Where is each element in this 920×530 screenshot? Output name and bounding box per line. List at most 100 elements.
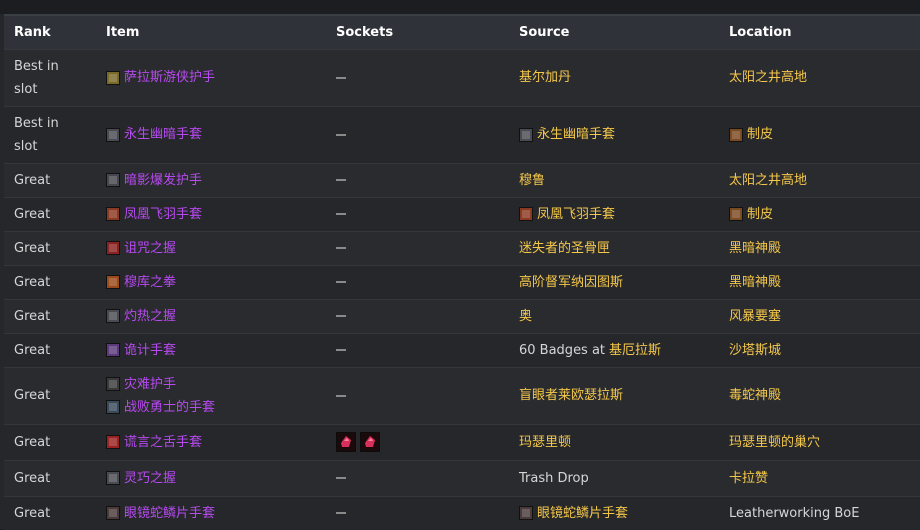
location-name[interactable]: 制皮 [747,203,773,226]
rank-cell: Great [4,265,96,299]
item-link[interactable]: 战败勇士的手套 [106,396,326,419]
location-cell: 毒蛇神殿 [719,367,920,424]
table-row: Great 凤凰飞羽手套 凤凰飞羽手套 制皮 [4,197,920,231]
header-source[interactable]: Source [509,14,719,49]
source-prefix: 60 Badges at [519,342,606,358]
header-rank[interactable]: Rank [4,14,96,49]
source-name[interactable]: 眼镜蛇鳞片手套 [537,502,628,525]
source-name[interactable]: 基尔加丹 [519,66,571,89]
source-name[interactable]: 凤凰飞羽手套 [537,203,615,226]
item-name[interactable]: 战败勇士的手套 [124,396,215,419]
item-link[interactable]: 灼热之握 [106,305,326,328]
item-link[interactable]: 凤凰飞羽手套 [106,203,326,226]
location-line: 沙塔斯城 [729,339,920,362]
rank-cell: Great [4,424,96,460]
source-cell: 高阶督军纳因图斯 [509,265,719,299]
rank-cell: Great [4,496,96,530]
item-link[interactable]: 眼镜蛇鳞片手套 [106,502,326,525]
item-link[interactable]: 诅咒之握 [106,237,326,260]
rank-label: Great [14,206,51,222]
item-name[interactable]: 凤凰飞羽手套 [124,203,202,226]
source-name[interactable]: 奥 [519,305,532,328]
sockets-cell [326,106,509,163]
item-link[interactable]: 永生幽暗手套 [106,123,326,146]
item-name[interactable]: 眼镜蛇鳞片手套 [124,502,215,525]
rank-label: Great [14,240,51,256]
item-name[interactable]: 谎言之舌手套 [124,431,202,454]
item-name[interactable]: 暗影爆发护手 [124,169,202,192]
item-link[interactable]: 灾难护手 [106,373,326,396]
source-cell: 60 Badges at 基厄拉斯 [509,333,719,367]
location-name[interactable]: 太阳之井高地 [729,169,807,192]
item-link[interactable]: 谎言之舌手套 [106,431,326,454]
item-name[interactable]: 永生幽暗手套 [124,123,202,146]
location-name[interactable]: 黑暗神殿 [729,237,781,260]
glove-icon [106,471,120,485]
item-name[interactable]: 灵巧之握 [124,467,176,490]
location-name[interactable]: Leatherworking BoE [729,502,859,525]
location-name[interactable]: 制皮 [747,123,773,146]
item-link[interactable]: 灵巧之握 [106,467,326,490]
item-link[interactable]: 萨拉斯游侠护手 [106,66,326,89]
location-line: 太阳之井高地 [729,66,920,89]
leather-icon [729,207,743,221]
rank-label: Great [14,434,51,450]
source-name[interactable]: 迷失者的圣骨匣 [519,237,610,260]
location-name[interactable]: 太阳之井高地 [729,66,807,89]
red-gem-socket-icon[interactable] [360,432,380,452]
rank-cell: Great [4,231,96,265]
rank-label: Great [14,505,51,521]
header-location[interactable]: Location [719,14,920,49]
empty-dash [336,349,346,351]
source-name[interactable]: 穆鲁 [519,169,545,192]
sockets-cell [326,49,509,106]
gauntlet-icon [106,70,120,85]
location-name[interactable]: 卡拉赞 [729,467,768,490]
item-name[interactable]: 诅咒之握 [124,237,176,260]
item-name[interactable]: 萨拉斯游侠护手 [124,66,215,89]
snake-glove-icon [106,506,120,521]
table-header: Rank Item Sockets Source Location [4,14,920,49]
sockets-cell [326,163,509,197]
source-name[interactable]: Trash Drop [519,467,589,490]
sockets-cell [326,460,509,496]
location-name[interactable]: 黑暗神殿 [729,271,781,294]
source-line: 60 Badges at 基厄拉斯 [519,339,719,362]
item-name[interactable]: 灼热之握 [124,305,176,328]
source-name[interactable]: 玛瑟里顿 [519,431,571,454]
item-cell: 灵巧之握 [96,460,326,496]
item-name[interactable]: 灾难护手 [124,373,176,396]
rank-label: Great [14,274,51,290]
location-name[interactable]: 玛瑟里顿的巢穴 [729,431,820,454]
source-cell: 穆鲁 [509,163,719,197]
item-name[interactable]: 诡计手套 [124,339,176,362]
sockets-cell [326,299,509,333]
glove-icon [106,400,120,414]
source-name[interactable]: 盲眼者莱欧瑟拉斯 [519,384,623,407]
source-cell: 奥 [509,299,719,333]
location-name[interactable]: 沙塔斯城 [729,339,781,362]
location-cell: 风暴要塞 [719,299,920,333]
source-name[interactable]: 永生幽暗手套 [537,123,615,146]
source-line: 基尔加丹 [519,66,719,89]
item-link[interactable]: 穆库之拳 [106,271,326,294]
source-line: 迷失者的圣骨匣 [519,237,719,260]
location-name[interactable]: 毒蛇神殿 [729,384,781,407]
item-link[interactable]: 暗影爆发护手 [106,169,326,192]
gear-table-panel: Rank Item Sockets Source Location Best i… [0,0,920,530]
item-cell: 灾难护手 战败勇士的手套 [96,367,326,424]
item-link[interactable]: 诡计手套 [106,339,326,362]
rank-cell: Best in slot [4,49,96,106]
source-line: 凤凰飞羽手套 [519,203,719,226]
source-name[interactable]: 高阶督军纳因图斯 [519,271,623,294]
source-line: 穆鲁 [519,169,719,192]
location-name[interactable]: 风暴要塞 [729,305,781,328]
item-cell: 萨拉斯游侠护手 [96,49,326,106]
sockets-cell [326,231,509,265]
header-sockets[interactable]: Sockets [326,14,509,49]
source-name[interactable]: 基厄拉斯 [609,339,661,362]
header-item[interactable]: Item [96,14,326,49]
red-gem-socket-icon[interactable] [336,432,356,452]
item-cell: 诅咒之握 [96,231,326,265]
item-name[interactable]: 穆库之拳 [124,271,176,294]
